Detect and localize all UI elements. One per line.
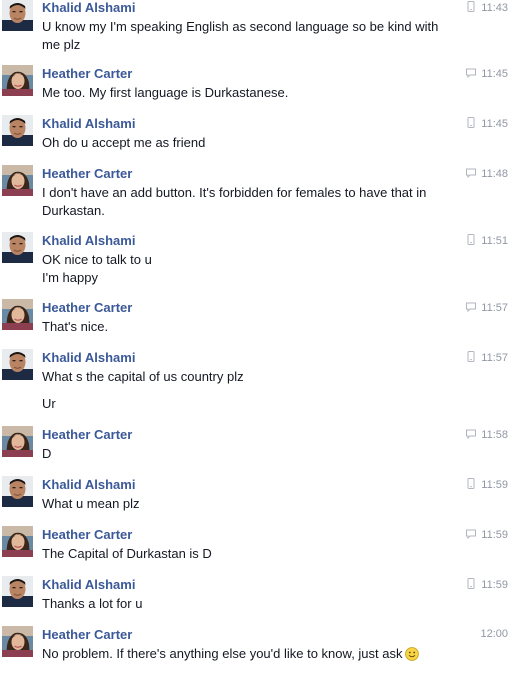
chat-bubble-icon [466, 302, 477, 312]
timestamp-text: 11:45 [481, 68, 508, 80]
timestamp-text: 11:57 [481, 302, 508, 314]
message-text: Ur [42, 396, 56, 412]
chat-bubble-icon [466, 168, 477, 178]
sender-name[interactable]: Heather Carter [42, 301, 132, 315]
timestamp-text: 11:58 [481, 429, 508, 441]
sender-name[interactable]: Heather Carter [42, 528, 132, 542]
message-timestamp: 11:58 [448, 428, 508, 441]
message-text: OK nice to talk to u [42, 252, 152, 268]
message-timestamp: 11:57 [448, 351, 508, 364]
timestamp-text: 11:59 [481, 579, 508, 591]
message-text: What u mean plz [42, 496, 140, 512]
message-timestamp: 11:43 [448, 1, 508, 14]
message-text-content: The Capital of Durkastan is D [42, 546, 212, 561]
message-group: Khalid Alshami 11:51 OK nice to talk to u I… [0, 232, 510, 292]
sender-name[interactable]: Heather Carter [42, 67, 132, 81]
sender-name[interactable]: Heather Carter [42, 167, 132, 181]
message-text: Durkastan. [42, 203, 105, 219]
message-text-content: No problem. If there's anything else you… [42, 646, 403, 661]
avatar[interactable] [2, 299, 33, 330]
message-text-content: Oh do u accept me as friend [42, 135, 206, 150]
sender-name[interactable]: Khalid Alshami [42, 234, 135, 248]
timestamp-text: 12:00 [480, 628, 508, 640]
message-text-content: What u mean plz [42, 496, 140, 511]
mobile-phone-icon [467, 478, 475, 489]
message-text: Me too. My first language is Durkastanes… [42, 85, 288, 101]
avatar[interactable] [2, 65, 33, 96]
smiley-emoji-icon [405, 647, 420, 661]
message-timestamp: 11:48 [448, 167, 508, 180]
timestamp-text: 11:48 [481, 168, 508, 180]
chat-conversation: Khalid Alshami 11:43 U know my I'm speakin… [0, 0, 510, 661]
chat-bubble-icon [466, 429, 477, 439]
message-text-content: That's nice. [42, 319, 109, 334]
message-text: No problem. If there's anything else you… [42, 646, 420, 662]
message-text: I'm happy [42, 270, 98, 286]
mobile-phone-icon [467, 1, 475, 12]
message-text-content: D [42, 446, 52, 461]
avatar[interactable] [2, 0, 33, 31]
message-timestamp: 11:45 [448, 67, 508, 80]
message-text: I don't have an add button. It's forbidd… [42, 185, 426, 201]
mobile-phone-icon [467, 117, 475, 128]
message-timestamp: 11:59 [448, 478, 508, 491]
message-text-content: Thanks a lot for u [42, 596, 143, 611]
message-text-content: I'm happy [42, 270, 98, 285]
timestamp-text: 11:59 [481, 529, 508, 541]
message-text-content: Ur [42, 396, 56, 411]
chat-bubble-icon [466, 68, 477, 78]
message-group: Khalid Alshami 11:57 What s the capital of… [0, 349, 510, 412]
message-text: Oh do u accept me as friend [42, 135, 205, 151]
timestamp-text: 11:45 [481, 118, 508, 130]
sender-name[interactable]: Khalid Alshami [42, 478, 135, 492]
message-text-content: What s the capital of us country plz [42, 369, 244, 384]
avatar[interactable] [2, 576, 33, 607]
message-text: The Capital of Durkastan is D [42, 546, 212, 562]
avatar[interactable] [2, 349, 33, 380]
message-group: Heather Carter 11:48 I don't have an add b… [0, 165, 510, 225]
message-group: Heather Carter 12:00 No problem. If there'… [0, 626, 510, 686]
message-text: U know my I'm speaking English as second… [42, 19, 438, 35]
chat-bubble-icon [466, 529, 477, 539]
message-text-content: OK nice to talk to u [42, 252, 152, 267]
mobile-phone-icon [467, 578, 475, 589]
timestamp-text: 11:57 [481, 352, 508, 364]
message-timestamp: 11:59 [448, 528, 508, 541]
message-timestamp: 12:00 [448, 628, 508, 640]
message-text-content: U know my I'm speaking English as second… [42, 19, 439, 34]
avatar[interactable] [2, 232, 33, 263]
message-text-content: I don't have an add button. It's forbidd… [42, 185, 427, 200]
message-timestamp: 11:57 [448, 301, 508, 314]
message-text: What s the capital of us country plz [42, 369, 244, 385]
timestamp-text: 11:59 [481, 479, 508, 491]
sender-name[interactable]: Heather Carter [42, 628, 132, 642]
sender-name[interactable]: Khalid Alshami [42, 351, 135, 365]
message-text: me plz [42, 37, 80, 53]
avatar[interactable] [2, 115, 33, 146]
timestamp-text: 11:43 [481, 2, 508, 14]
sender-name[interactable]: Khalid Alshami [42, 1, 135, 15]
message-text-content: Me too. My first language is Durkastanes… [42, 85, 289, 100]
message-text: D [42, 446, 51, 462]
avatar[interactable] [2, 476, 33, 507]
message-text: That's nice. [42, 319, 108, 335]
avatar[interactable] [2, 165, 33, 196]
avatar[interactable] [2, 426, 33, 457]
sender-name[interactable]: Khalid Alshami [42, 578, 135, 592]
timestamp-text: 11:51 [481, 235, 508, 247]
message-timestamp: 11:51 [448, 234, 508, 247]
sender-name[interactable]: Khalid Alshami [42, 117, 135, 131]
avatar[interactable] [2, 626, 33, 657]
message-text-content: me plz [42, 37, 81, 52]
message-timestamp: 11:59 [448, 578, 508, 591]
message-group: Khalid Alshami 11:43 U know my I'm speakin… [0, 0, 510, 59]
mobile-phone-icon [467, 234, 475, 245]
mobile-phone-icon [467, 351, 475, 362]
avatar[interactable] [2, 526, 33, 557]
message-text: Thanks a lot for u [42, 596, 142, 612]
sender-name[interactable]: Heather Carter [42, 428, 132, 442]
message-timestamp: 11:45 [448, 117, 508, 130]
message-text-content: Durkastan. [42, 203, 105, 218]
